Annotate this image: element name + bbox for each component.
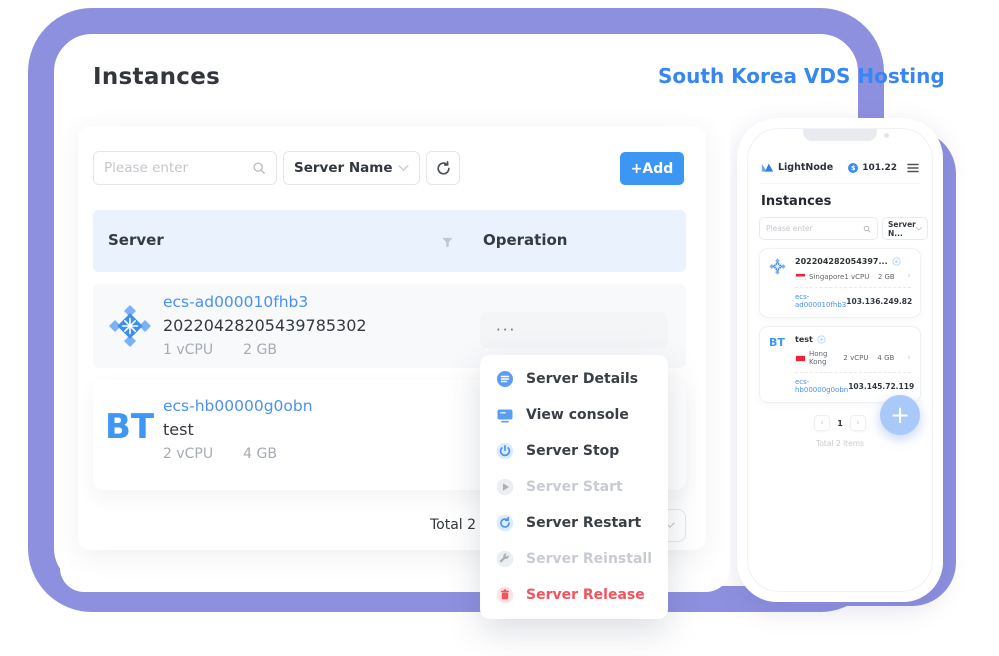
search-type-select[interactable]: Server Name	[283, 151, 420, 185]
phone-search-input[interactable]	[759, 217, 878, 240]
search-icon	[252, 161, 266, 175]
phone-notch	[803, 129, 877, 141]
menu-item-label: Server Start	[526, 479, 623, 495]
phone-search-type-value: Server N...	[888, 219, 916, 238]
menu-item-label: Server Release	[526, 587, 645, 603]
bt-panel-icon: BT	[105, 407, 155, 447]
menu-item-label: Server Reinstall	[526, 551, 652, 567]
phone-screen: LightNode $ 101.22 Instances Please ente…	[747, 128, 933, 592]
column-header-operation: Operation	[483, 231, 568, 249]
menu-item-server-details[interactable]: Server Details	[480, 361, 668, 397]
phone-camera-dot	[884, 133, 889, 138]
list-icon	[496, 370, 514, 388]
phone-server-ram: 2 GB	[877, 272, 895, 281]
phone-instance-card[interactable]: 202204282054397... Singapore 1 vCPU 2 GB	[759, 248, 921, 318]
phone-toolbar: Server N...	[759, 217, 932, 240]
phone-header: LightNode $ 101.22	[759, 155, 921, 184]
singapore-flag-icon	[795, 273, 806, 280]
server-cpu: 1 vCPU	[163, 342, 214, 358]
menu-item-server-start: Server Start	[480, 469, 668, 505]
restart-icon	[496, 514, 514, 532]
menu-item-server-reinstall: Server Reinstall	[480, 541, 668, 577]
phone-refresh-button[interactable]	[931, 217, 932, 240]
brand-name: LightNode	[778, 162, 834, 173]
search-type-value: Server Name	[294, 160, 393, 176]
chevron-right-icon[interactable]: ›	[907, 272, 911, 281]
trash-icon	[496, 586, 514, 604]
screenshot-stage: Instances Server Name +Add Server	[0, 0, 999, 656]
next-page-button[interactable]: ›	[849, 415, 866, 431]
play-icon	[496, 478, 514, 496]
menu-item-label: Server Restart	[526, 515, 642, 531]
server-cpu: 2 vCPU	[163, 446, 214, 462]
server-specs: 1 vCPU 2 GB	[163, 342, 367, 358]
phone-server-name-link[interactable]: ecs-ad000010fhb3	[795, 293, 846, 309]
console-icon	[496, 406, 514, 424]
eye-icon[interactable]	[817, 335, 826, 344]
server-ram: 4 GB	[243, 446, 277, 462]
phone-search-field[interactable]	[766, 224, 863, 233]
phone-server-name-link[interactable]: ecs-hb00000g0obn	[795, 378, 848, 394]
search-input[interactable]	[93, 151, 277, 185]
server-name-link[interactable]: ecs-ad000010fhb3	[163, 293, 367, 311]
centos-icon	[108, 304, 152, 352]
eye-icon[interactable]	[892, 257, 901, 266]
server-id: test	[163, 420, 194, 439]
phone-server-region: Singapore	[809, 272, 845, 281]
refresh-button[interactable]	[426, 151, 460, 185]
menu-item-label: Server Details	[526, 371, 639, 387]
lightnode-logo-icon	[761, 161, 774, 174]
balance-amount: 101.22	[862, 162, 897, 173]
phone-server-cpu: 1 vCPU	[844, 272, 870, 281]
phone-server-region: Hong Kong	[809, 350, 828, 366]
coin-icon: $	[848, 162, 859, 173]
hong-kong-flag-icon	[795, 354, 806, 362]
server-info: ecs-hb00000g0obn test 2 vCPU 4 GB	[163, 397, 313, 462]
phone-server-ip: 103.136.249.82	[846, 296, 913, 306]
chevron-down-icon	[915, 226, 922, 231]
phone-search-type-select[interactable]: Server N...	[882, 217, 928, 240]
operation-menu-trigger[interactable]: ···	[480, 312, 668, 348]
operation-dropdown-menu: Server Details View console Server Stop …	[480, 355, 668, 619]
phone-server-ram: 4 GB	[877, 354, 895, 362]
centos-icon	[769, 257, 788, 309]
table-header: Server Operation	[93, 210, 686, 272]
phone-server-cpu: 2 vCPU	[843, 354, 869, 362]
column-header-server: Server	[108, 231, 164, 249]
phone-total-items-label: Total 2 items	[816, 439, 864, 448]
phone-page-title: Instances	[761, 194, 832, 209]
refresh-icon	[435, 160, 452, 177]
promo-title: South Korea VDS Hosting	[658, 64, 945, 88]
search-field[interactable]	[104, 160, 252, 176]
phone-instance-card[interactable]: BT test Hong Kong 2 vCPU 4 GB › ecs-hb00…	[759, 326, 921, 403]
menu-item-label: View console	[526, 407, 629, 423]
server-name-link[interactable]: ecs-hb00000g0obn	[163, 397, 313, 415]
bt-panel-icon: BT	[769, 336, 785, 349]
filter-icon[interactable]	[441, 234, 454, 253]
add-instance-fab[interactable]: +	[880, 395, 920, 435]
current-page: 1	[837, 418, 843, 428]
server-ram: 2 GB	[243, 342, 277, 358]
phone-server-ip: 103.145.72.119	[848, 381, 915, 391]
menu-item-server-stop[interactable]: Server Stop	[480, 433, 668, 469]
power-icon	[496, 442, 514, 460]
hamburger-menu-icon[interactable]	[907, 163, 919, 173]
prev-page-button[interactable]: ‹	[814, 415, 831, 431]
phone-mockup: LightNode $ 101.22 Instances Please ente…	[737, 118, 943, 602]
chevron-right-icon[interactable]: ›	[907, 353, 911, 363]
add-button[interactable]: +Add	[620, 152, 684, 185]
menu-item-view-console[interactable]: View console	[480, 397, 668, 433]
menu-item-server-restart[interactable]: Server Restart	[480, 505, 668, 541]
search-icon	[863, 225, 871, 233]
server-id: 20220428205439785302	[163, 316, 367, 335]
wrench-icon	[496, 550, 514, 568]
phone-server-title: 202204282054397...	[795, 257, 888, 266]
page-title: Instances	[93, 64, 221, 90]
chevron-down-icon	[398, 164, 409, 172]
menu-item-label: Server Stop	[526, 443, 620, 459]
phone-server-title: test	[795, 335, 813, 344]
server-specs: 2 vCPU 4 GB	[163, 446, 313, 462]
server-info: ecs-ad000010fhb3 20220428205439785302 1 …	[163, 293, 367, 358]
menu-item-server-release[interactable]: Server Release	[480, 577, 668, 613]
